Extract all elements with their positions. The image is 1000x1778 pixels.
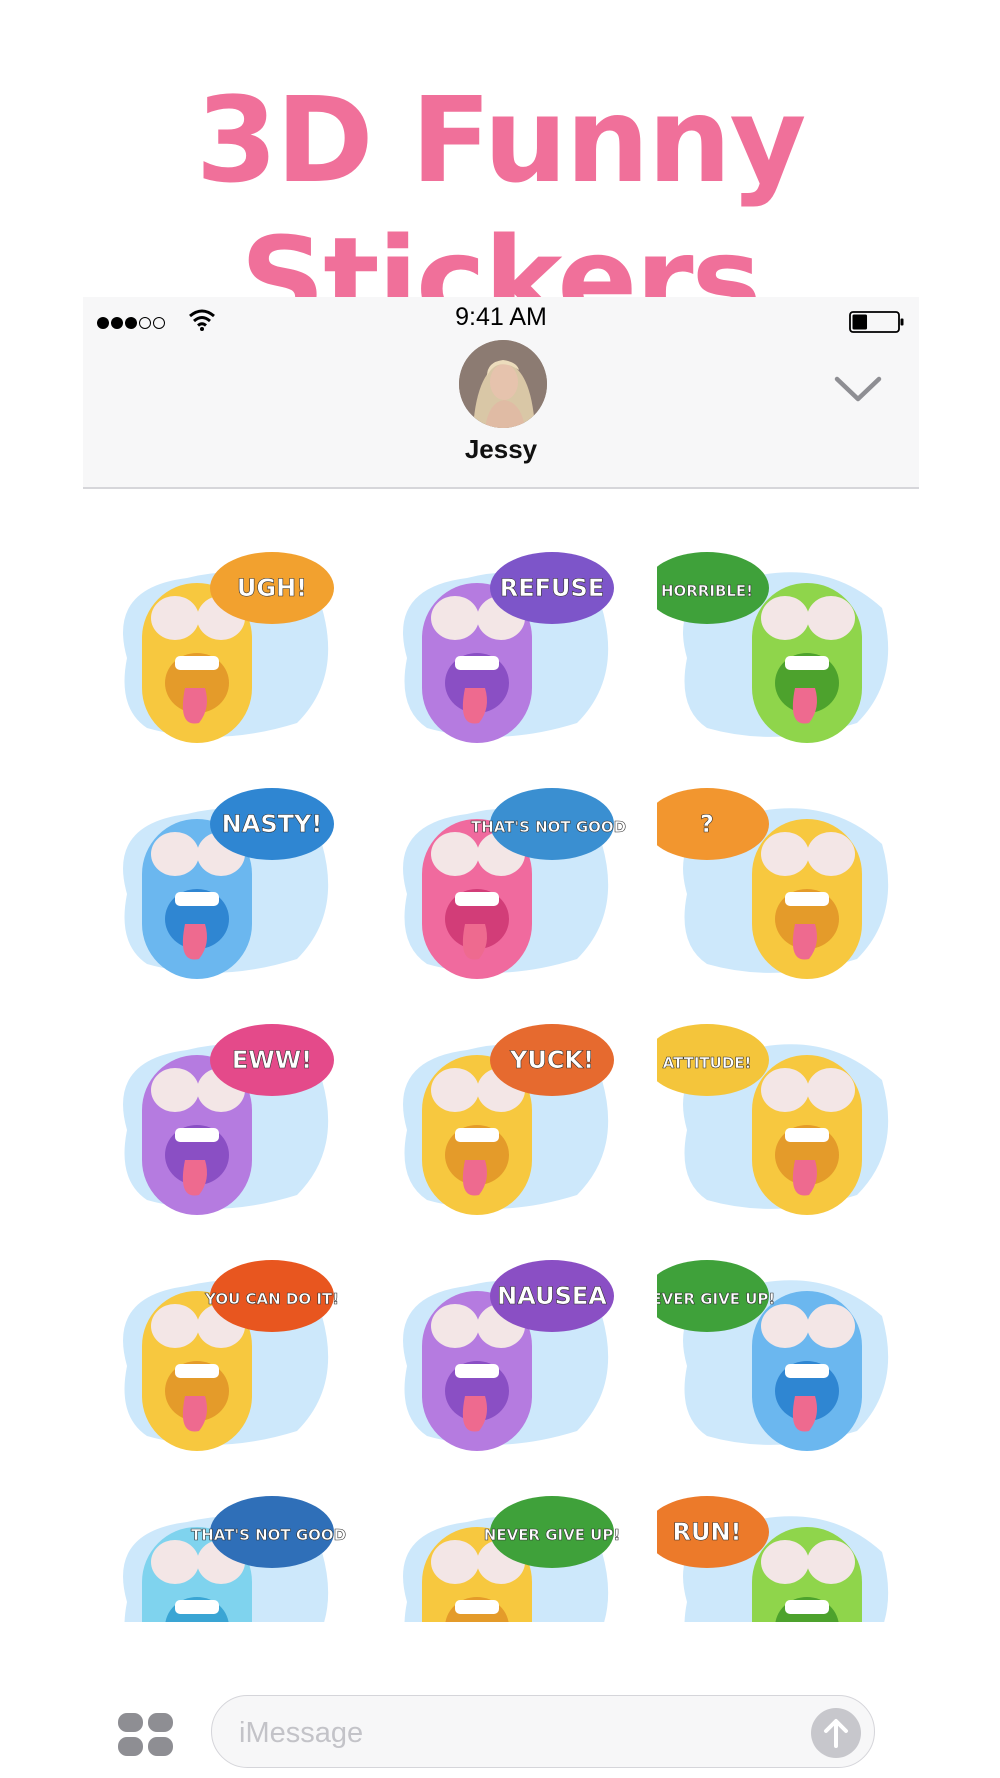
sticker-caption: UGH!: [237, 574, 307, 602]
sticker-grid: UGH! REFUSE HORRIBLE! NASTY! THAT'S NOT GOOD…: [97, 548, 907, 1622]
sticker-art: ATTITUDE!: [657, 1024, 889, 1215]
sticker-caption: NEVER GIVE UP!: [657, 1290, 775, 1308]
battery-icon: [849, 311, 904, 333]
sticker-art: ?: [657, 788, 889, 979]
app-drawer-icon[interactable]: [116, 1711, 176, 1759]
sticker-3[interactable]: HORRIBLE!: [657, 548, 907, 748]
sticker-4[interactable]: NASTY!: [97, 784, 347, 984]
status-time: 9:41 AM: [455, 303, 547, 331]
status-bar: 9:41 AM: [83, 297, 919, 337]
sticker-art: HORRIBLE!: [657, 552, 889, 743]
sticker-14[interactable]: NEVER GIVE UP!: [377, 1492, 627, 1622]
sticker-art: THAT'S NOT GOOD!: [403, 788, 627, 979]
sticker-caption: YUCK!: [509, 1046, 594, 1074]
sticker-art: NEVER GIVE UP!: [403, 1496, 621, 1622]
sticker-10[interactable]: YOU CAN DO IT!: [97, 1256, 347, 1456]
sticker-caption: REFUSE: [500, 574, 604, 602]
sticker-6[interactable]: ?: [657, 784, 907, 984]
sticker-7[interactable]: EWW!: [97, 1020, 347, 1220]
sticker-art: NAUSEA: [403, 1260, 614, 1451]
imessage-placeholder: iMessage: [239, 1717, 364, 1749]
sticker-caption: RUN!: [673, 1518, 742, 1546]
sticker-caption: EWW!: [232, 1046, 312, 1074]
sticker-art: UGH!: [123, 552, 334, 743]
sticker-1[interactable]: UGH!: [97, 548, 347, 748]
sticker-caption: YOU CAN DO IT!: [204, 1290, 339, 1308]
contact-name[interactable]: Jessy: [83, 434, 919, 465]
sticker-5[interactable]: THAT'S NOT GOOD!: [377, 784, 627, 984]
sticker-caption: NEVER GIVE UP!: [484, 1526, 620, 1544]
sticker-caption: NASTY!: [222, 810, 323, 838]
sticker-15[interactable]: RUN!: [657, 1492, 907, 1622]
sticker-2[interactable]: REFUSE: [377, 548, 627, 748]
sticker-caption: NAUSEA: [497, 1282, 607, 1310]
contact-photo: [459, 340, 547, 428]
sticker-art: YUCK!: [403, 1024, 614, 1215]
sticker-13[interactable]: THAT'S NOT GOOD!: [97, 1492, 347, 1622]
sticker-12[interactable]: NEVER GIVE UP!: [657, 1256, 907, 1456]
sticker-art: YOU CAN DO IT!: [123, 1260, 339, 1451]
sticker-caption: THAT'S NOT GOOD!: [471, 818, 627, 836]
sticker-11[interactable]: NAUSEA: [377, 1256, 627, 1456]
sticker-caption: HORRIBLE!: [661, 582, 753, 600]
chevron-down-icon[interactable]: [834, 375, 882, 403]
imessage-input[interactable]: iMessage: [211, 1695, 875, 1768]
sticker-caption: THAT'S NOT GOOD!: [191, 1526, 347, 1544]
sticker-art: NEVER GIVE UP!: [657, 1260, 889, 1451]
sticker-art: THAT'S NOT GOOD!: [123, 1496, 347, 1622]
contact-avatar[interactable]: [459, 340, 547, 428]
sticker-art: NASTY!: [123, 788, 334, 979]
sticker-art: EWW!: [123, 1024, 334, 1215]
send-button[interactable]: [811, 1708, 861, 1758]
sticker-art: RUN!: [657, 1496, 889, 1622]
sticker-caption: ATTITUDE!: [663, 1054, 752, 1072]
sticker-caption: ?: [700, 810, 714, 838]
sticker-art: REFUSE: [403, 552, 614, 743]
sticker-8[interactable]: YUCK!: [377, 1020, 627, 1220]
conversation-header: 9:41 AM Jessy: [83, 297, 919, 489]
message-composer: iMessage: [0, 1683, 1000, 1778]
sticker-9[interactable]: ATTITUDE!: [657, 1020, 907, 1220]
send-arrow-icon: [824, 1719, 848, 1748]
